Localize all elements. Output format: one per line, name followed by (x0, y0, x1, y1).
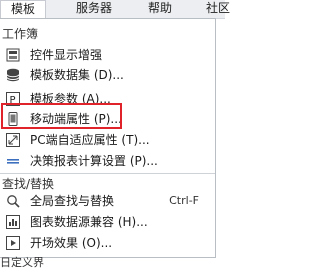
menu-item-template-dataset[interactable]: 模板数据集 (D)... (0, 65, 215, 87)
widget-display-icon (6, 48, 20, 62)
database-icon (6, 68, 20, 82)
menu-server[interactable]: 服务器 (64, 0, 124, 18)
menu-item-label: PC端自适应属性 (T)... (30, 133, 150, 147)
template-dropdown-menu: 工作簿 控件显示增强 模板数据集 (D)... P 模板参数 (A)... 移动… (0, 18, 216, 258)
menu-item-label: 全局查找与替换 (30, 194, 115, 208)
menu-item-label: 控件显示增强 (30, 48, 103, 62)
menu-item-opening-effect[interactable]: 开场效果 (O)... (0, 233, 215, 255)
section-find-title: 查找/替换 (2, 177, 55, 191)
menu-item-widget-display[interactable]: 控件显示增强 (0, 45, 215, 67)
chart-source-icon (6, 215, 20, 229)
menu-community[interactable]: 社区 (196, 0, 240, 18)
search-icon (6, 194, 20, 208)
menu-bar: 模板 服务器 帮助 社区 (0, 0, 230, 19)
highlight-box (1, 103, 122, 129)
play-icon (6, 236, 20, 250)
menu-item-shortcut: Ctrl-F (169, 194, 199, 207)
menu-item-pc-adaptive[interactable]: PC端自适应属性 (T)... (0, 130, 215, 152)
menu-separator (0, 173, 215, 174)
menu-item-label: 模板数据集 (D)... (30, 68, 124, 82)
menu-item-decision-report-calc[interactable]: 决策报表计算设置 (P)... (0, 151, 215, 173)
menu-item-label: 决策报表计算设置 (P)... (30, 154, 158, 168)
menu-item-label: 图表数据源兼容 (H)... (30, 215, 148, 229)
menu-help[interactable]: 帮助 (138, 0, 182, 18)
background-partial-text: 日定义界 (0, 256, 44, 269)
settings-lines-icon (6, 154, 20, 168)
section-workbook-title: 工作簿 (2, 27, 39, 41)
resize-icon (6, 133, 20, 147)
menu-item-global-find-replace[interactable]: 全局查找与替换 Ctrl-F (0, 191, 215, 213)
menu-item-chart-source-compat[interactable]: 图表数据源兼容 (H)... (0, 212, 215, 234)
menu-template[interactable]: 模板 (0, 0, 46, 18)
menu-item-label: 开场效果 (O)... (30, 236, 113, 250)
